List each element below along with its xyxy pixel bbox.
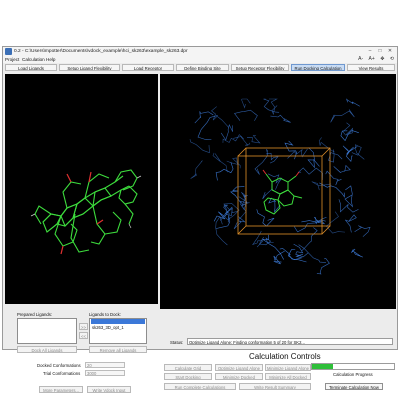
progress-fill — [312, 364, 333, 369]
start-docking-button[interactable]: Start Docking — [164, 373, 212, 380]
menu-calculation[interactable]: Calculation — [22, 57, 45, 62]
tab-load-ligands[interactable]: Load Ligands — [5, 64, 57, 71]
minimize-ligand-alone-button[interactable]: Minimize Ligand Alone — [265, 364, 311, 371]
tab-bar: Load Ligands Setup Ligand Flexibility Lo… — [5, 64, 395, 72]
tab-run-docking-calculation[interactable]: Run Docking Calculation — [291, 64, 345, 71]
remove-all-ligands-button[interactable]: Remove all Ligands — [89, 346, 147, 353]
write-vdock-input-button[interactable]: Write Vdock Input — [87, 386, 131, 393]
menu-bar: Project Calculation Help — [3, 56, 397, 63]
status-field: Optimize Ligand Alone: Finding conformat… — [187, 338, 393, 345]
minimize-docked-button[interactable]: Minimize Docked — [215, 373, 263, 380]
receptor-complex-render — [189, 98, 371, 275]
calculation-progress-label: Calculation Progress — [333, 372, 373, 377]
tab-load-receptor[interactable]: Load Receptor — [122, 64, 174, 71]
pan-icon[interactable]: ✥ — [380, 56, 384, 62]
remove-ligand-button[interactable]: << — [79, 332, 88, 339]
calculation-progress-bar — [311, 363, 395, 370]
tab-view-results[interactable]: View Results — [347, 64, 395, 71]
docked-ligand — [263, 173, 303, 215]
prepared-ligands-label: Prepared Ligands: — [17, 312, 53, 317]
maximize-icon[interactable]: □ — [375, 48, 385, 55]
close-icon[interactable]: ✕ — [385, 48, 395, 55]
add-ligand-button[interactable]: >> — [79, 323, 88, 330]
minimize-icon[interactable]: – — [365, 48, 375, 55]
tab-setup-receptor-flexibility[interactable]: Setup Receptor Flexibility — [231, 64, 289, 71]
ligand-3d-viewer[interactable] — [5, 74, 158, 304]
view-toolbar: A- A+ ✥ ⟲ — [354, 56, 394, 63]
tab-setup-ligand-flexibility[interactable]: Setup Ligand Flexibility — [59, 64, 120, 71]
write-result-summary-button[interactable]: Write Result Summary — [239, 383, 311, 390]
docked-conformations-label: Docked Conformations — [37, 363, 81, 368]
receptor-3d-viewer[interactable] — [160, 74, 396, 309]
menu-project[interactable]: Project — [5, 57, 19, 62]
terminate-calculation-button[interactable]: Terminate Calculation Now — [325, 383, 383, 390]
application-window: 0.2 - C:\Users\mpotter\Documents\vdock_e… — [2, 46, 398, 393]
rotate-icon[interactable]: ⟲ — [390, 56, 394, 62]
minimize-all-docked-button[interactable]: Minimize All Docked — [265, 373, 311, 380]
more-parameters-button[interactable]: More Parameters... — [39, 386, 83, 393]
protein-wireframe — [189, 98, 371, 275]
calculate-grid-button[interactable]: Calculate Grid — [164, 364, 212, 371]
tab-define-binding-site[interactable]: Define Binding Site — [176, 64, 229, 71]
optimize-ligand-alone-button[interactable]: Optimize Ligand Alone — [215, 364, 263, 371]
status-label: Status: — [170, 340, 184, 345]
ligands-to-dock-list[interactable]: sk263_3D_opt_1 — [89, 318, 147, 344]
trial-conformations-field[interactable]: 3000 — [85, 370, 125, 376]
run-complete-calculations-button[interactable]: Run Complete Calculations — [164, 383, 236, 390]
ligands-to-dock-label: Ligands to Dock: — [89, 312, 122, 317]
prepared-ligands-list[interactable] — [17, 318, 77, 344]
trial-conformations-label: Trial Conformations — [43, 371, 81, 376]
ligand-molecule-render — [30, 169, 142, 255]
window-title: 0.2 - C:\Users\mpotter\Documents\vdock_e… — [14, 48, 188, 54]
menu-help[interactable]: Help — [46, 57, 55, 62]
font-smaller-button[interactable]: A- — [358, 56, 363, 62]
dock-all-ligands-button[interactable]: Dock All Ligands — [17, 346, 77, 353]
font-larger-button[interactable]: A+ — [369, 56, 375, 62]
list-item[interactable] — [91, 319, 145, 324]
app-icon — [5, 48, 12, 55]
ligand-oxygen-atoms — [262, 169, 300, 177]
calculation-controls-title: Calculation Controls — [249, 352, 321, 361]
docked-conformations-field[interactable]: 20 — [85, 362, 125, 368]
list-item[interactable]: sk263_3D_opt_1 — [91, 325, 125, 330]
